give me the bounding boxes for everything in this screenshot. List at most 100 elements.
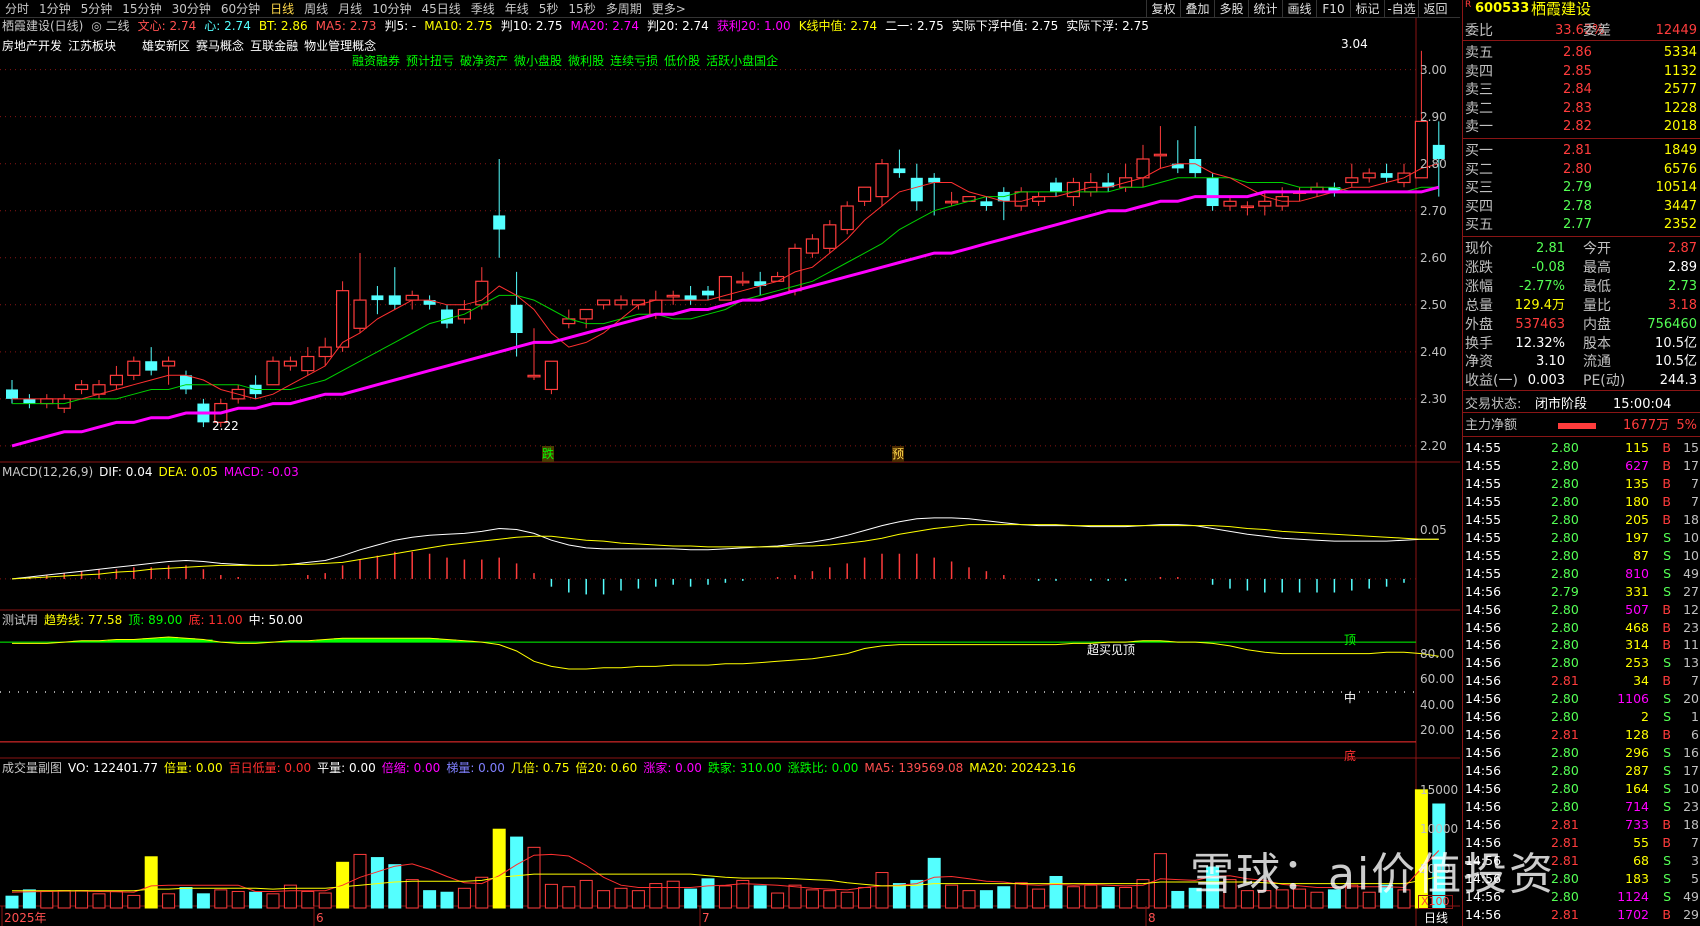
buy-level-3[interactable]: 买三 2.79 10514: [1463, 179, 1700, 197]
tick-row-4[interactable]: 14:55 2.80 205 B 18: [1463, 511, 1700, 529]
tick-price-26: 2.81: [1551, 906, 1579, 922]
tick-count-22: 7: [1691, 834, 1699, 850]
tick-time-19: 14:56: [1465, 781, 1502, 797]
sell-level-5-volume: 5334: [1663, 45, 1697, 60]
stat-value-a-2: -2.77%: [1519, 278, 1565, 294]
tick-row-7[interactable]: 14:55 2.80 810 S 49: [1463, 565, 1700, 583]
candle-33: [579, 308, 593, 320]
tick-row-14[interactable]: 14:56 2.80 1106 S 20: [1463, 690, 1700, 708]
sell-level-5[interactable]: 卖五 2.86 5334: [1463, 44, 1700, 62]
tick-volume-17: 296: [1625, 745, 1649, 761]
tick-row-6[interactable]: 14:55 2.80 87 S 10: [1463, 547, 1700, 565]
tick-count-18: 17: [1683, 763, 1699, 779]
tick-row-10[interactable]: 14:56 2.80 468 B 23: [1463, 619, 1700, 637]
x-label-2: 7: [702, 911, 710, 925]
tick-row-21[interactable]: 14:56 2.81 733 B 18: [1463, 816, 1700, 834]
tick-price-9: 2.80: [1551, 601, 1579, 617]
tick-row-18[interactable]: 14:56 2.80 287 S 17: [1463, 762, 1700, 780]
candle-51: [893, 168, 906, 174]
stat-label-a-5: 换手: [1465, 335, 1493, 352]
vol-legend-item-9: 涨家: 0.00: [643, 761, 702, 775]
tick-row-12[interactable]: 14:56 2.80 253 S 13: [1463, 654, 1700, 672]
tick-row-19[interactable]: 14:56 2.80 164 S 10: [1463, 780, 1700, 798]
tick-side-10: B: [1662, 619, 1671, 635]
kline-chart-area[interactable]: [0, 0, 1460, 926]
concept-tag-3: 赛马概念: [196, 39, 245, 53]
test-top-label: 顶: [1344, 633, 1357, 647]
tick-row-13[interactable]: 14:56 2.81 34 B 7: [1463, 672, 1700, 690]
tick-row-11[interactable]: 14:56 2.80 314 B 11: [1463, 636, 1700, 654]
candle-69: [1206, 177, 1219, 207]
candle-21: [371, 295, 384, 301]
tick-count-9: 12: [1683, 601, 1699, 617]
concept-tag-4: 互联金融: [250, 39, 299, 53]
tick-row-2[interactable]: 14:55 2.80 135 B 7: [1463, 475, 1700, 493]
tick-side-11: B: [1662, 637, 1671, 653]
buy-level-4[interactable]: 买四 2.78 3447: [1463, 198, 1700, 216]
tick-count-5: 10: [1683, 529, 1699, 545]
trading-app: 分时 1分钟 5分钟 15分钟 30分钟 60分钟 日线 周线 月线 10分钟 45日线 季线 年线 5秒…: [0, 0, 1700, 926]
legend-main-item-8: 判10: 2.75: [500, 19, 563, 33]
tick-price-4: 2.80: [1551, 511, 1579, 527]
tick-row-1[interactable]: 14:55 2.80 627 B 17: [1463, 457, 1700, 475]
buy-level-4-volume: 3447: [1663, 198, 1697, 214]
candle-6: [109, 374, 124, 386]
buy-level-5[interactable]: 买五 2.77 2352: [1463, 216, 1700, 234]
tick-volume-21: 733: [1625, 816, 1649, 832]
tick-volume-5: 197: [1625, 529, 1649, 545]
tick-price-0: 2.80: [1551, 440, 1579, 455]
concept-tags-line2: 融资融券 预计扭亏 破净资产 微小盘股 微利股 连续亏损 低价股 活跃小盘国企: [352, 53, 784, 69]
vol-legend-item-12: MA5: 139569.08: [864, 761, 964, 775]
tick-row-20[interactable]: 14:56 2.80 714 S 23: [1463, 798, 1700, 816]
sell-level-1[interactable]: 卖一 2.82 2018: [1463, 118, 1700, 136]
legend-main-item-6: 判5: -: [384, 19, 417, 33]
candle-7: [127, 360, 141, 376]
volume-bar-48: [840, 891, 854, 909]
vol-legend-item-3: 百日低量: 0.00: [228, 761, 312, 775]
volume-bar-24: [423, 890, 437, 909]
stat-row-2: 涨幅 -2.77% 最低 2.73: [1463, 278, 1700, 296]
price-tick-0: 3.00: [1420, 62, 1447, 77]
candle-53: [928, 177, 941, 183]
sell-level-3[interactable]: 卖三 2.84 2577: [1463, 81, 1700, 99]
stock-header[interactable]: R 600533 栖霞建设: [1463, 0, 1700, 18]
tick-row-17[interactable]: 14:56 2.80 296 S 16: [1463, 744, 1700, 762]
quote-separator-1: [1463, 138, 1700, 139]
sell-level-4[interactable]: 卖四 2.85 1132: [1463, 63, 1700, 81]
macd-tick-0: 0.05: [1420, 523, 1447, 538]
buy-level-1-volume: 1849: [1663, 143, 1697, 158]
tick-row-16[interactable]: 14:56 2.81 128 B 6: [1463, 726, 1700, 744]
tick-volume-23: 68: [1633, 852, 1649, 868]
tick-side-7: S: [1663, 565, 1671, 581]
tick-price-16: 2.81: [1551, 727, 1579, 743]
buy-level-5-label: 买五: [1465, 217, 1493, 234]
tick-count-6: 10: [1683, 547, 1699, 563]
stat-value-a-5: 12.32%: [1515, 335, 1565, 351]
tick-row-15[interactable]: 14:56 2.80 2 S 1: [1463, 708, 1700, 726]
tick-row-5[interactable]: 14:55 2.80 197 S 10: [1463, 529, 1700, 547]
tick-row-3[interactable]: 14:55 2.80 180 B 7: [1463, 493, 1700, 511]
buy-level-2[interactable]: 买二 2.80 6576: [1463, 161, 1700, 179]
test-overbought-fill-20: [351, 638, 370, 643]
buy-level-1-price: 2.81: [1563, 143, 1592, 158]
sell-level-2-price: 2.83: [1563, 100, 1592, 116]
sell-level-4-volume: 1132: [1663, 63, 1697, 79]
sell-level-2[interactable]: 卖二 2.83 1228: [1463, 100, 1700, 118]
tick-time-6: 14:55: [1465, 547, 1502, 563]
candle-29: [510, 304, 523, 334]
tick-time-18: 14:56: [1465, 763, 1502, 779]
buy-level-5-volume: 2352: [1663, 217, 1697, 233]
tick-row-9[interactable]: 14:56 2.80 507 B 12: [1463, 601, 1700, 619]
tick-row-26[interactable]: 14:56 2.81 1702 B 29: [1463, 906, 1700, 924]
tick-price-3: 2.80: [1551, 493, 1579, 509]
macd-legend-item-2: DEA: 0.05: [158, 465, 218, 479]
tick-time-10: 14:56: [1465, 619, 1502, 635]
tick-side-9: B: [1662, 601, 1671, 617]
test-legend-item-1: 趋势线: 77.58: [44, 613, 123, 627]
tick-row-8[interactable]: 14:56 2.79 331 S 27: [1463, 583, 1700, 601]
stat-label-b-5: 股本: [1583, 335, 1611, 352]
stat-value-b-0: 2.87: [1668, 241, 1697, 256]
tick-row-0[interactable]: 14:55 2.80 115 B 15: [1463, 439, 1700, 457]
legend-main-item-7: MA10: 2.75: [424, 19, 493, 33]
buy-level-1[interactable]: 买一 2.81 1849: [1463, 142, 1700, 160]
